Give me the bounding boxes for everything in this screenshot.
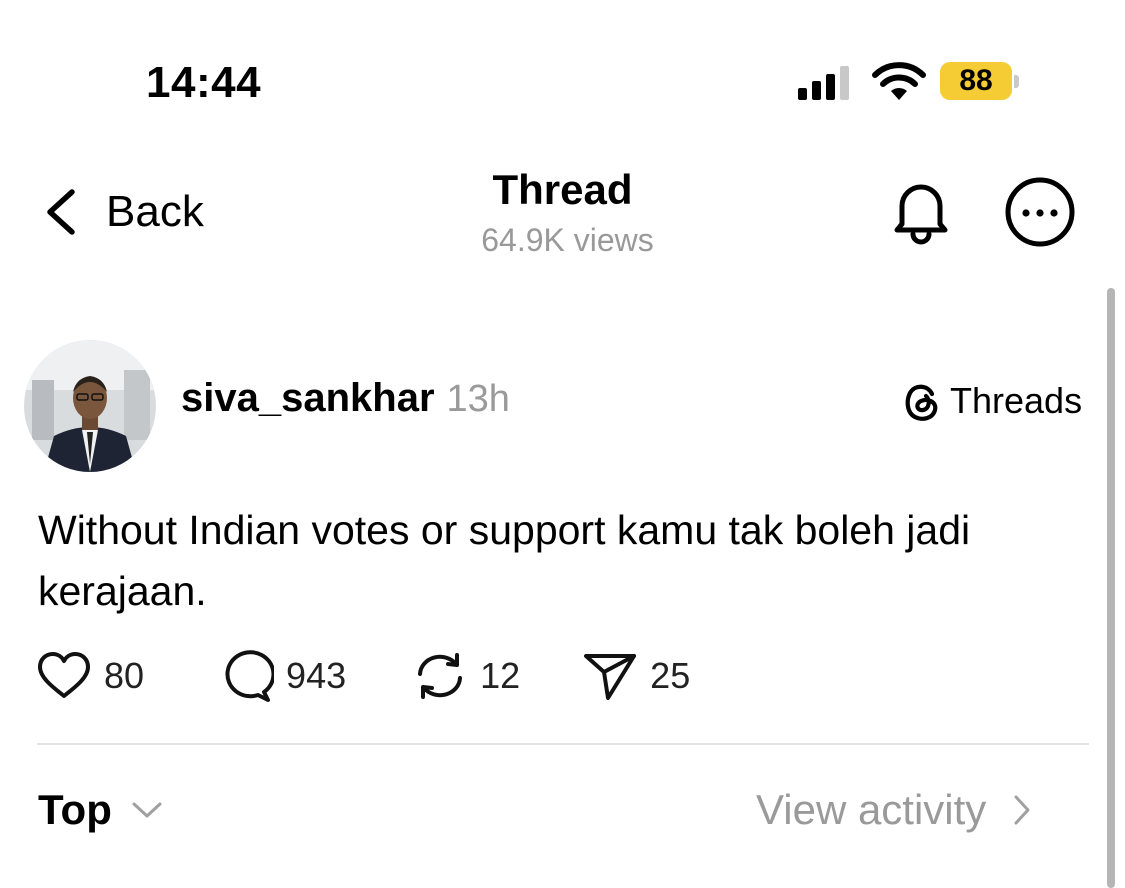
repost-button[interactable]: 12 <box>412 648 520 704</box>
post-author[interactable]: siva_sankhar 13h <box>181 376 510 421</box>
sort-label: Top <box>38 786 112 833</box>
page-title: Thread <box>492 166 633 213</box>
avatar[interactable] <box>24 340 156 472</box>
sort-dropdown[interactable]: Top <box>38 786 164 834</box>
repost-icon <box>418 653 463 699</box>
scrollbar[interactable] <box>1107 288 1115 888</box>
comment-button[interactable]: 943 <box>218 648 346 704</box>
threads-label: Threads <box>950 380 1083 421</box>
view-activity-label: View activity <box>756 786 987 833</box>
battery-icon: 88 <box>940 62 1020 102</box>
divider <box>37 743 1089 745</box>
comment-icon <box>225 650 275 702</box>
bell-icon[interactable] <box>888 176 954 246</box>
chevron-down-icon <box>132 802 162 818</box>
like-button[interactable]: 80 <box>36 648 144 704</box>
heart-icon <box>38 652 90 698</box>
repost-count: 12 <box>480 655 521 696</box>
battery-level: 88 <box>940 62 1012 100</box>
like-count: 80 <box>104 655 145 696</box>
threads-logo-icon <box>905 384 938 421</box>
username[interactable]: siva_sankhar <box>181 376 435 421</box>
send-icon <box>584 654 637 700</box>
threads-badge[interactable]: Threads <box>902 380 1082 422</box>
status-time: 14:44 <box>146 58 262 107</box>
share-count: 25 <box>650 655 691 696</box>
post-text: Without Indian votes or support kamu tak… <box>38 507 971 614</box>
post-actions: 80 943 12 25 <box>36 648 748 704</box>
more-icon[interactable] <box>1004 176 1076 248</box>
comment-count: 943 <box>286 655 347 696</box>
signal-icon <box>798 66 849 100</box>
chevron-right-icon <box>1014 795 1030 825</box>
post-time: 13h <box>446 378 510 420</box>
view-count: 64.9K views <box>481 222 654 258</box>
view-activity-link[interactable]: View activity <box>756 786 1032 834</box>
wifi-icon <box>872 62 926 100</box>
share-button[interactable]: 25 <box>582 648 690 704</box>
